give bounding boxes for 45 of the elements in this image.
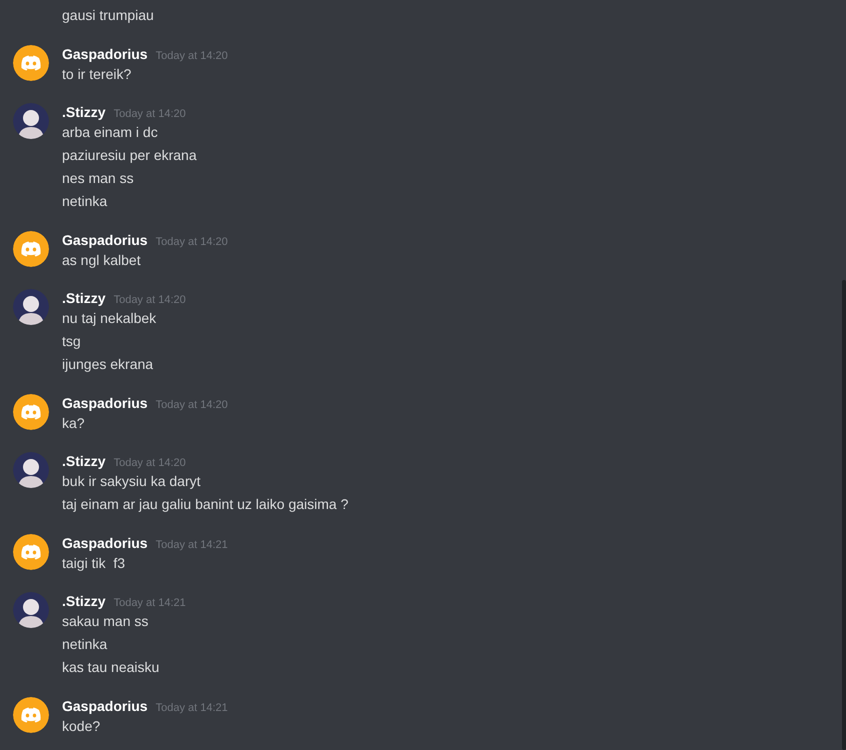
message-text: as ngl kalbet	[62, 252, 141, 268]
message-text: to ir tereik?	[62, 66, 132, 82]
username[interactable]: .Stizzy	[62, 289, 106, 307]
username[interactable]: .Stizzy	[62, 452, 106, 470]
avatar-icon[interactable]	[13, 289, 49, 325]
message-text: kode?	[62, 718, 100, 734]
timestamp: Today at 14:21	[156, 700, 228, 716]
avatar-icon[interactable]	[13, 394, 49, 430]
timestamp: Today at 14:20	[156, 234, 228, 250]
avatar-icon[interactable]	[13, 592, 49, 628]
avatar-icon[interactable]	[13, 103, 49, 139]
message-text: paziuresiu per ekrana	[62, 147, 197, 163]
timestamp: Today at 14:20	[114, 456, 186, 471]
message-text: nes man ss	[62, 170, 134, 186]
username[interactable]: Gaspadorius	[62, 394, 148, 412]
message-text: netinka	[62, 636, 108, 652]
timestamp: Today at 14:20	[114, 107, 186, 122]
message-text: taigi tik f3	[62, 554, 126, 570]
username[interactable]: Gaspadorius	[62, 44, 148, 62]
avatar-icon[interactable]	[13, 44, 49, 80]
message-text: taj einam ar jau galiu banint uz laiko gaisima ?	[62, 496, 348, 512]
username[interactable]: Gaspadorius	[62, 230, 148, 248]
timestamp: Today at 14:20	[114, 293, 186, 308]
avatar-icon[interactable]	[13, 534, 49, 570]
message-text: tsg	[62, 333, 81, 349]
message-text: nu taj nekalbek	[62, 310, 156, 326]
avatar-icon[interactable]	[13, 696, 49, 732]
message-text: kas tau neaisku	[62, 659, 160, 675]
timestamp: Today at 14:20	[156, 398, 228, 412]
message-text: ijunges ekrana	[62, 356, 154, 372]
timestamp: Today at 14:21	[156, 538, 228, 552]
timestamp: Today at 14:20	[156, 48, 228, 64]
username[interactable]: Gaspadorius	[62, 696, 148, 714]
avatar-icon[interactable]	[13, 230, 49, 266]
message-text: buk ir sakysiu ka daryt	[62, 473, 200, 489]
username[interactable]: Gaspadorius	[62, 534, 148, 552]
message-text: netinka	[62, 193, 108, 209]
message-text: ka?	[62, 414, 85, 430]
message-text: sakau man ss	[62, 613, 148, 629]
username[interactable]: .Stizzy	[62, 103, 106, 121]
avatar-icon[interactable]	[13, 452, 49, 488]
timestamp: Today at 14:21	[114, 596, 186, 611]
message-text: gausi trumpiau	[62, 7, 154, 23]
message-text: arba einam i dc	[62, 124, 158, 140]
username[interactable]: .Stizzy	[62, 592, 106, 610]
